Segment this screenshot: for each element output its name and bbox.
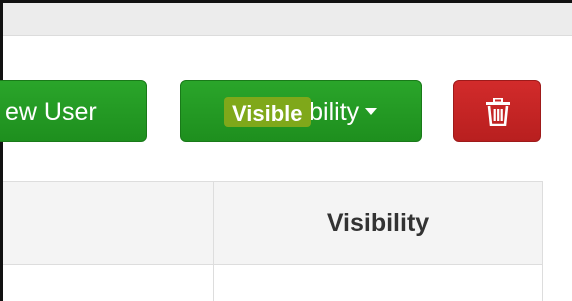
column-header-visibility[interactable]: Visibility — [214, 181, 542, 265]
caret-down-icon — [365, 108, 378, 116]
users-table: Visibility — [3, 181, 543, 301]
screen: ew User Set Visibility Visibility Visibl… — [0, 0, 572, 301]
new-user-button[interactable]: ew User — [0, 80, 147, 142]
top-bar — [3, 3, 572, 36]
window-border-top — [0, 0, 572, 3]
delete-button[interactable] — [453, 80, 541, 142]
trash-icon — [486, 98, 510, 126]
visibility-badge: Visible — [224, 97, 311, 127]
table-row[interactable] — [3, 265, 543, 301]
new-user-label: ew User — [5, 98, 97, 126]
